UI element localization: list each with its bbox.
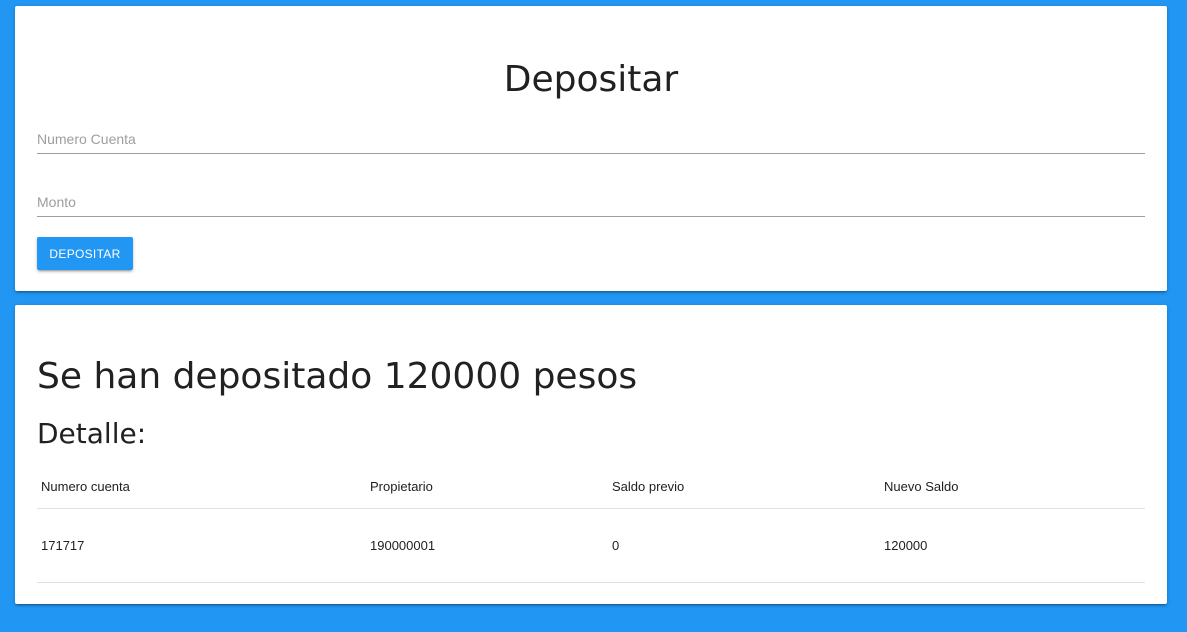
- account-number-input[interactable]: [37, 124, 1145, 154]
- column-header-new-balance: Nuevo Saldo: [884, 478, 959, 494]
- table-row: 171717 190000001 0 120000: [37, 508, 1145, 582]
- column-header-account: Numero cuenta: [41, 478, 130, 494]
- column-header-owner: Propietario: [370, 478, 433, 494]
- amount-input[interactable]: [37, 187, 1145, 217]
- cell-new-balance: 120000: [884, 537, 928, 553]
- amount-field: [37, 187, 1145, 217]
- deposit-form-card: Depositar DEPOSITAR: [15, 6, 1167, 291]
- account-number-field: [37, 124, 1145, 154]
- column-header-previous-balance: Saldo previo: [612, 478, 685, 494]
- result-message: Se han depositado 120000 pesos: [37, 356, 638, 397]
- cell-owner: 190000001: [370, 537, 436, 553]
- deposit-button[interactable]: DEPOSITAR: [37, 237, 133, 270]
- detail-heading: Detalle:: [37, 417, 147, 450]
- detail-table: Numero cuenta Propietario Saldo previo N…: [37, 465, 1145, 583]
- form-title: Depositar: [503, 59, 679, 100]
- table-header-row: Numero cuenta Propietario Saldo previo N…: [37, 465, 1145, 508]
- deposit-result-card: Se han depositado 120000 pesos Detalle: …: [15, 305, 1167, 604]
- cell-account: 171717: [41, 537, 85, 553]
- cell-previous-balance: 0: [612, 537, 620, 553]
